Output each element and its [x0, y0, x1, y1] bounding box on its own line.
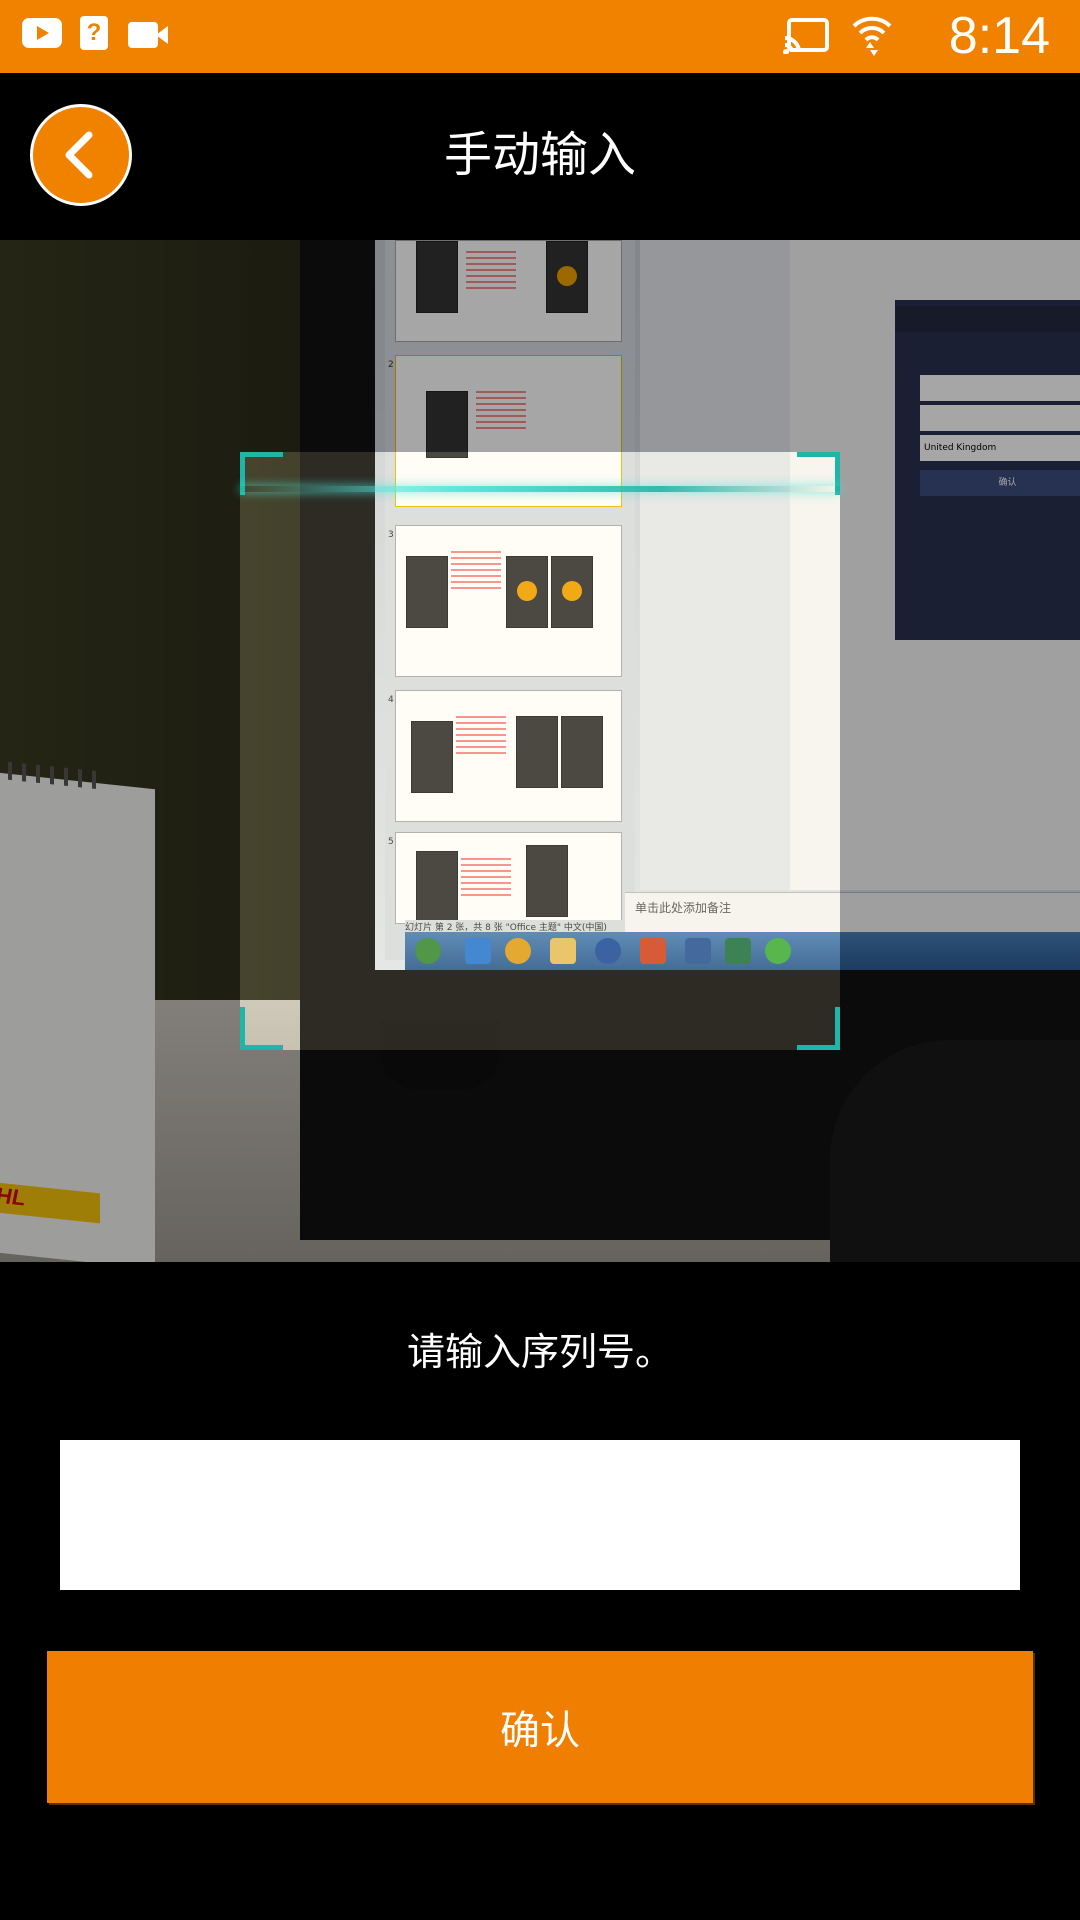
serial-prompt: 请输入序列号。	[406, 1330, 673, 1374]
status-bar: ? 8:14	[0, 0, 1080, 73]
serial-number-input[interactable]	[60, 1440, 1020, 1590]
scan-dim-overlay	[0, 1050, 1080, 1262]
scan-corner-bottom-right	[797, 1007, 840, 1050]
scan-dim-overlay	[840, 452, 1080, 1050]
scan-corner-bottom-left	[240, 1007, 283, 1050]
camera-preview: 2 3 4 5 United Kingdom 确认 单击此处添加备注 幻灯片 第…	[0, 240, 1080, 1262]
header: 手动输入	[0, 73, 1080, 240]
status-time: 8:14	[948, 7, 1050, 65]
scan-line	[240, 486, 840, 492]
scan-frame	[240, 452, 840, 1050]
video-camera-icon	[128, 22, 168, 48]
scan-dim-overlay	[0, 240, 1080, 452]
scan-dim-overlay	[0, 452, 240, 1050]
cast-icon	[783, 18, 829, 54]
help-icon: ?	[80, 16, 108, 50]
youtube-icon	[22, 18, 62, 48]
wifi-icon	[852, 16, 892, 56]
page-title: 手动输入	[443, 127, 636, 183]
confirm-button[interactable]: 确认	[47, 1651, 1033, 1803]
